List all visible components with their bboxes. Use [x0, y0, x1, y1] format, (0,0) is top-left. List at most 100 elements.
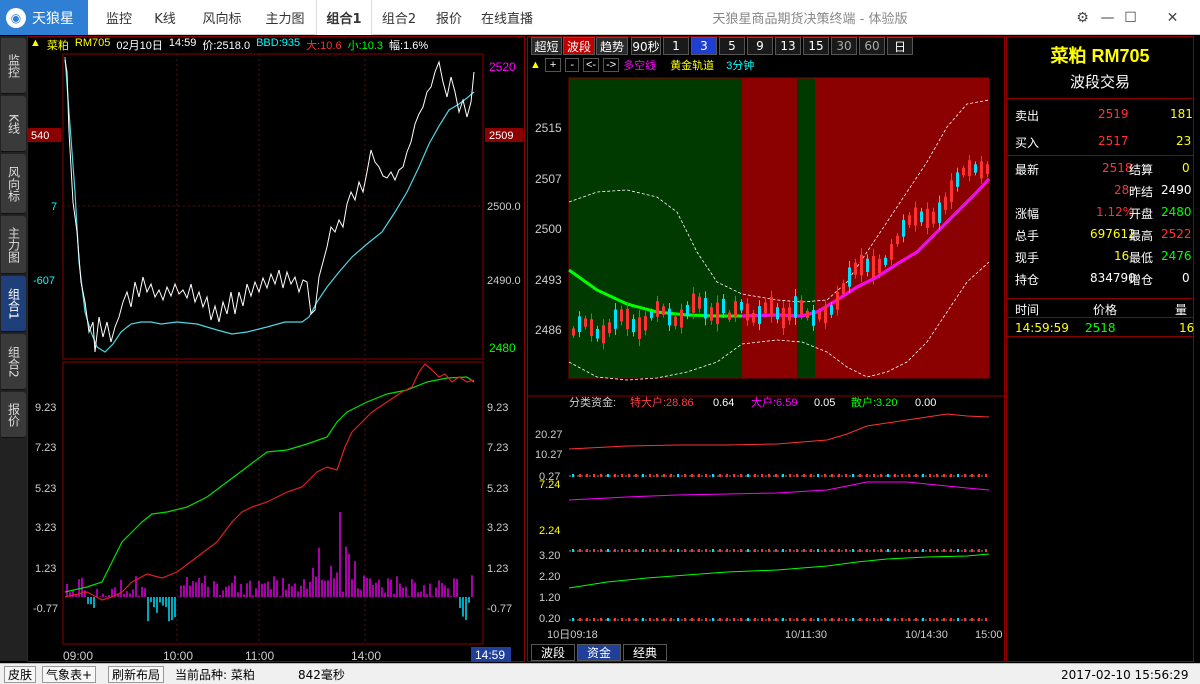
- triangle-icon[interactable]: ▲: [530, 59, 541, 71]
- candle-body: [860, 254, 863, 276]
- period-13-button[interactable]: 13: [775, 37, 801, 55]
- tab-funds[interactable]: 资金: [577, 644, 621, 661]
- candle-body: [788, 307, 791, 321]
- legend-golden-track: 黄金轨道: [670, 59, 715, 72]
- fund-tick: [810, 474, 812, 477]
- mode-trend-button[interactable]: 趋势: [596, 37, 628, 55]
- sidebar-item-quotes[interactable]: 报价: [1, 392, 26, 438]
- fund-tick: [761, 618, 763, 621]
- fund-tick: [719, 474, 721, 477]
- close-icon[interactable]: ✕: [1150, 0, 1195, 35]
- sidebar-item-combo2[interactable]: 组合2: [1, 334, 26, 390]
- period-90s-button[interactable]: 90秒: [631, 37, 661, 55]
- period-day-button[interactable]: 日: [887, 37, 913, 55]
- sidebar-item-combo1[interactable]: 组合1: [1, 276, 26, 332]
- sidebar-item-kline[interactable]: K线: [1, 96, 26, 152]
- tab-swing[interactable]: 波段: [531, 644, 575, 661]
- fund-tick: [824, 618, 826, 621]
- tab-live[interactable]: 在线直播: [472, 0, 542, 35]
- fund-tick: [740, 618, 742, 621]
- stat-value: 2522: [1161, 227, 1192, 241]
- zoom-out-button[interactable]: -: [565, 57, 579, 72]
- trade-header-price: 价格: [1093, 303, 1118, 317]
- fund-tick: [929, 549, 931, 552]
- period-9-button[interactable]: 9: [747, 37, 773, 55]
- period-5-button[interactable]: 5: [719, 37, 745, 55]
- tab-monitor[interactable]: 监控: [95, 0, 143, 35]
- fund-tick: [754, 549, 756, 552]
- fund-tick: [740, 474, 742, 477]
- period-15-button[interactable]: 15: [803, 37, 829, 55]
- scroll-right-button[interactable]: ->: [603, 57, 620, 72]
- trade-header-time: 时间: [1015, 303, 1040, 317]
- fund-tick: [831, 549, 833, 552]
- candle-body: [806, 310, 809, 319]
- fund-tick: [936, 549, 938, 552]
- right-axis-label: 2490.0: [487, 275, 521, 287]
- fund-tick: [726, 474, 728, 477]
- sidebar-item-main-force[interactable]: 主力图: [1, 216, 26, 274]
- fund-tick: [593, 618, 595, 621]
- candle-body: [908, 215, 911, 225]
- mode-ultrashort-button[interactable]: 超短: [531, 37, 562, 55]
- header-high: 大:10.6: [306, 40, 342, 52]
- fund-tick: [908, 549, 910, 552]
- flow-left-axis-label: 1.23: [35, 563, 56, 575]
- fund-tick: [894, 474, 896, 477]
- period-3-button[interactable]: 3: [691, 37, 717, 55]
- candle-body: [752, 312, 755, 323]
- sidebar-item-label: 报价: [6, 402, 21, 427]
- candle-body: [920, 211, 923, 223]
- tab-combo2[interactable]: 组合2: [372, 0, 426, 35]
- candle-body: [836, 291, 839, 310]
- weather-button[interactable]: 气象表+: [42, 666, 97, 683]
- fund-tick: [880, 549, 882, 552]
- maximize-icon[interactable]: ☐: [1108, 0, 1153, 35]
- current-symbol: 当前品种: 菜粕: [175, 668, 255, 682]
- scroll-left-button[interactable]: <-: [583, 57, 600, 72]
- fund-tick: [677, 474, 679, 477]
- legend-period: 3分钟: [726, 59, 755, 72]
- tab-classic[interactable]: 经典: [623, 644, 667, 661]
- period-60-button[interactable]: 60: [859, 37, 885, 55]
- candle-body: [692, 293, 695, 313]
- stat-row: 总手 697612 最高 2522: [1007, 223, 1192, 245]
- band-time-label: 10日09:18: [547, 629, 598, 641]
- trade-time: 14:59:59: [1015, 321, 1069, 335]
- fund-tick: [691, 549, 693, 552]
- fund-tick: [880, 474, 882, 477]
- candle-body: [770, 297, 773, 317]
- fund-tick: [733, 474, 735, 477]
- fund-tick: [915, 474, 917, 477]
- tab-combo1[interactable]: 组合1: [316, 0, 372, 35]
- candle-body: [728, 312, 731, 320]
- zoom-in-button[interactable]: +: [544, 57, 562, 72]
- fund-tick: [838, 474, 840, 477]
- app-logo[interactable]: ◉ 天狼星: [0, 0, 88, 35]
- period-1-button[interactable]: 1: [663, 37, 689, 55]
- tab-wind-vane[interactable]: 风向标: [190, 0, 254, 35]
- fund-tick: [908, 474, 910, 477]
- mode-swing-button[interactable]: 波段: [563, 37, 595, 55]
- symbol-name: 菜粕: [46, 40, 69, 52]
- fund-tick: [670, 618, 672, 621]
- flow-left-axis-label: 7.23: [35, 442, 56, 454]
- fund-tick: [649, 618, 651, 621]
- period-30-button[interactable]: 30: [831, 37, 857, 55]
- candle-body: [950, 180, 953, 202]
- fund-tick: [803, 474, 805, 477]
- fund-tick: [642, 618, 644, 621]
- fund-tick: [572, 618, 574, 621]
- candle-body: [812, 310, 815, 326]
- refresh-layout-button[interactable]: 刷新布局: [108, 666, 165, 683]
- sidebar-item-monitor[interactable]: 监控: [1, 38, 26, 94]
- sidebar-item-wind-vane[interactable]: 风向标: [1, 154, 26, 214]
- fund-tick: [978, 474, 980, 477]
- fund-axis-label: 3.20: [539, 550, 560, 562]
- fund-tick: [845, 549, 847, 552]
- average-price-line: [64, 56, 475, 353]
- tab-quotes[interactable]: 报价: [426, 0, 472, 35]
- skin-button[interactable]: 皮肤: [4, 666, 37, 683]
- tab-main-force[interactable]: 主力图: [254, 0, 316, 35]
- tab-kline[interactable]: K线: [143, 0, 187, 35]
